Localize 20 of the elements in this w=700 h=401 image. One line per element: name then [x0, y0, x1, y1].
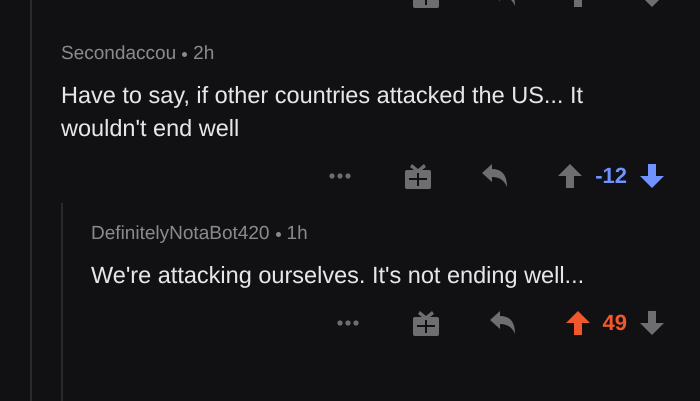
- downvote-icon[interactable]: [639, 310, 665, 336]
- separator-dot-icon: [182, 52, 188, 56]
- vote-score: 49: [602, 310, 627, 336]
- gift-icon[interactable]: [410, 308, 441, 338]
- comment-age: 2h: [193, 43, 214, 65]
- comment-age: 1h: [286, 223, 308, 245]
- downvote-icon[interactable]: [639, 163, 665, 189]
- comment-author[interactable]: DefinitelyNotaBot420: [91, 223, 270, 245]
- comment-author[interactable]: Secondaccou: [61, 43, 176, 65]
- comment-text: We're attacking ourselves. It's not ending well...: [91, 261, 586, 290]
- reply-icon[interactable]: [488, 310, 517, 336]
- comment-text: Have to say, if other countries attacked the US... It wouldn't end well: [61, 81, 584, 143]
- upvote-icon[interactable]: [564, 310, 591, 336]
- separator-dot-icon: [276, 232, 280, 236]
- upvote-icon[interactable]: [557, 163, 584, 189]
- gift-icon[interactable]: [403, 161, 434, 191]
- vote-score: -12: [595, 163, 627, 189]
- reply-icon[interactable]: [481, 163, 510, 189]
- more-options-icon[interactable]: [329, 173, 352, 179]
- more-options-icon[interactable]: [336, 320, 359, 326]
